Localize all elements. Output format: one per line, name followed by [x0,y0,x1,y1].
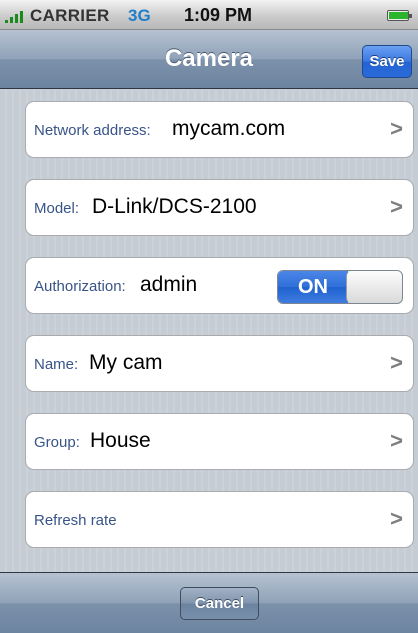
authorization-row: Authorization: admin ON [25,257,414,314]
status-time: 1:09 PM [184,5,253,25]
group-row[interactable]: Group: House > [25,413,414,470]
carrier-name: CARRIER [30,6,110,25]
signal-strength-icon [5,9,29,23]
navigation-bar: Camera Save [0,30,418,89]
save-button[interactable]: Save [362,45,412,78]
model-value: D-Link/DCS-2100 [92,195,257,218]
bottom-toolbar: Cancel [0,572,418,633]
authorization-label: Authorization: [34,278,126,295]
cancel-button[interactable]: Cancel [180,587,259,620]
toggle-on-label: ON [278,271,348,303]
network-address-row[interactable]: Network address: mycam.com > [25,101,414,158]
chevron-right-icon: > [390,350,403,375]
name-label: Name: [34,356,79,373]
chevron-right-icon: > [390,194,403,219]
refresh-rate-row[interactable]: Refresh rate > [25,491,414,548]
model-label: Model: [34,200,80,217]
model-row[interactable]: Model: D-Link/DCS-2100 > [25,179,414,236]
name-value: My cam [89,351,163,374]
chevron-right-icon: > [390,116,403,141]
battery-icon [387,10,412,21]
chevron-right-icon: > [390,506,403,531]
network-type: 3G [128,6,151,25]
toggle-knob[interactable] [346,271,402,303]
settings-list: Network address: mycam.com > Model: D-Li… [0,90,418,572]
group-value: House [90,429,151,452]
network-address-label: Network address: [34,122,151,139]
authorization-value: admin [140,273,198,296]
group-label: Group: [34,434,80,451]
network-address-value: mycam.com [172,117,286,140]
page-title: Camera [164,45,254,72]
refresh-rate-label: Refresh rate [34,512,117,529]
status-bar: CARRIER 3G 1:09 PM [0,0,418,30]
name-row[interactable]: Name: My cam > [25,335,414,392]
chevron-right-icon: > [390,428,403,453]
authorization-toggle[interactable]: ON [277,270,403,304]
